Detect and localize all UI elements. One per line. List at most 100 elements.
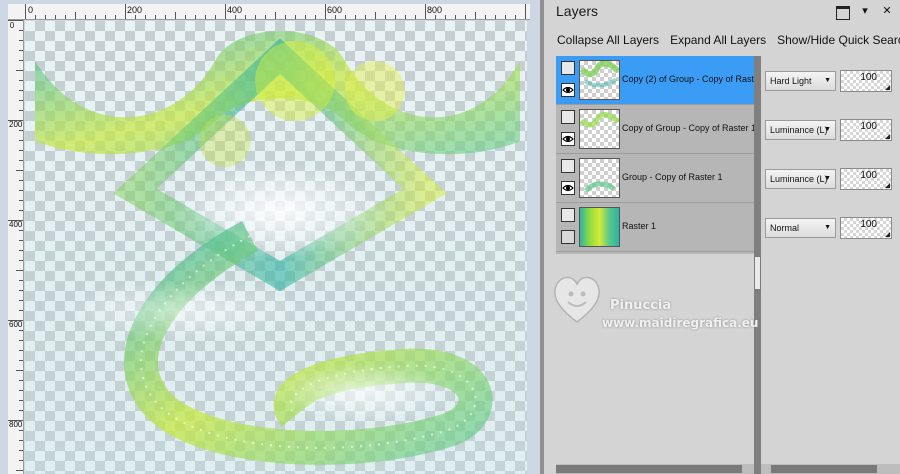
expand-all-button[interactable]: Expand All Layers — [665, 33, 772, 47]
ruler-tick — [515, 15, 516, 19]
layer-row[interactable]: Raster 1 — [556, 203, 754, 252]
ruler-tick — [145, 15, 146, 19]
layer-type-icon — [561, 208, 575, 222]
watermark-site: www.maidiregrafica.eu — [602, 316, 759, 330]
ruler-tick — [165, 15, 166, 19]
ruler-tick — [215, 15, 216, 19]
ruler-tick — [475, 12, 476, 19]
ruler-tick — [205, 15, 206, 19]
ruler-tick — [405, 15, 406, 19]
ruler-tick — [485, 15, 486, 19]
scrollbar-thumb[interactable] — [771, 465, 877, 473]
opacity-field[interactable]: 100 — [840, 119, 892, 141]
layer-thumbnail — [579, 60, 620, 100]
ruler-tick — [295, 15, 296, 19]
ruler-tick — [115, 15, 116, 19]
dropdown-arrow-icon[interactable]: ▾ — [858, 4, 872, 18]
ruler-tick — [16, 470, 23, 471]
ruler-tick — [19, 250, 23, 251]
ruler-tick — [19, 340, 23, 341]
layer-thumbnail — [579, 109, 620, 149]
ruler-label: 400 — [227, 5, 243, 15]
ruler-tick — [435, 15, 436, 19]
properties-scrollbar[interactable] — [761, 464, 900, 474]
horizontal-ruler: 0 200 400 600 800 — [8, 4, 530, 20]
ruler-tick — [175, 12, 176, 19]
ruler-tick — [155, 15, 156, 19]
visibility-eye-icon[interactable] — [561, 181, 575, 195]
ruler-tick — [325, 4, 326, 19]
ruler-tick — [505, 15, 506, 19]
ruler-tick — [235, 15, 236, 19]
ruler-tick — [525, 4, 526, 19]
opacity-field[interactable]: 100 — [840, 168, 892, 190]
collapse-all-button[interactable]: Collapse All Layers — [544, 33, 665, 47]
blend-mode-value: Luminance (L) — [770, 125, 828, 135]
ruler-label: 600 — [327, 5, 343, 15]
ruler-tick — [495, 15, 496, 19]
blend-mode-select[interactable]: Luminance (L) ▼ — [765, 169, 836, 189]
layers-toolbar: Collapse All Layers Expand All Layers Sh… — [544, 25, 900, 55]
ruler-tick — [19, 110, 23, 111]
ruler-tick — [25, 4, 26, 19]
canvas-artwork — [25, 21, 527, 474]
ruler-tick — [19, 150, 23, 151]
layer-row[interactable]: Group - Copy of Raster 1 — [556, 154, 754, 203]
ruler-tick — [19, 240, 23, 241]
ruler-tick — [365, 15, 366, 19]
opacity-value: 100 — [860, 219, 877, 230]
ruler-tick — [19, 300, 23, 301]
ruler-tick — [19, 430, 23, 431]
ruler-tick — [19, 440, 23, 441]
ruler-tick — [8, 420, 23, 421]
layer-type-icon — [561, 61, 575, 75]
layer-row[interactable]: Copy of Group - Copy of Raster 1 — [556, 105, 754, 154]
opacity-field[interactable]: 100 — [840, 70, 892, 92]
ruler-label: 200 — [9, 120, 23, 129]
chevron-down-icon: ▼ — [824, 126, 831, 133]
ruler-tick — [8, 320, 23, 321]
visibility-eye-icon[interactable] — [561, 83, 575, 97]
ruler-tick — [465, 15, 466, 19]
ruler-tick — [275, 12, 276, 19]
panel-splitter[interactable] — [754, 56, 761, 474]
panel-menu-icon[interactable] — [836, 4, 850, 20]
layer-thumbnail — [579, 207, 620, 247]
close-icon[interactable]: ✕ — [880, 4, 894, 18]
layer-type-icon — [561, 159, 575, 173]
ruler-tick — [75, 12, 76, 19]
ruler-tick — [19, 50, 23, 51]
ruler-tick — [95, 15, 96, 19]
layers-panel: Layers ▾ ✕ Collapse All Layers Expand Al… — [544, 0, 900, 474]
ruler-tick — [395, 15, 396, 19]
ruler-tick — [105, 15, 106, 19]
vertical-ruler: 0 200 400 600 800 — [8, 20, 24, 474]
ruler-tick — [19, 200, 23, 201]
quick-search-button[interactable]: Show/Hide Quick Search — [772, 33, 900, 47]
ruler-tick — [265, 15, 266, 19]
chevron-down-icon: ▼ — [824, 224, 831, 231]
layer-name: Raster 1 — [622, 221, 657, 231]
layer-list-scrollbar[interactable] — [556, 464, 754, 474]
visibility-toggle-icon[interactable] — [561, 230, 575, 244]
layer-row[interactable]: Copy (2) of Group - Copy of Raster 1 — [556, 56, 754, 105]
opacity-value: 100 — [860, 121, 877, 132]
ruler-label: 200 — [127, 5, 143, 15]
panel-controls: ▾ ✕ — [836, 4, 894, 20]
visibility-eye-icon[interactable] — [561, 132, 575, 146]
opacity-field[interactable]: 100 — [840, 217, 892, 239]
layer-name: Copy (2) of Group - Copy of Raster 1 — [622, 74, 754, 84]
ruler-tick — [19, 400, 23, 401]
blend-mode-select[interactable]: Hard Light ▼ — [765, 71, 836, 91]
ruler-label: 400 — [9, 220, 23, 229]
ruler-tick — [19, 30, 23, 31]
ruler-tick — [19, 40, 23, 41]
watermark-name: Pinuccia — [610, 298, 672, 313]
blend-mode-select[interactable]: Luminance (L) ▼ — [765, 120, 836, 140]
layer-type-icon — [561, 110, 575, 124]
ruler-tick — [195, 15, 196, 19]
blend-mode-select[interactable]: Normal ▼ — [765, 218, 836, 238]
image-canvas[interactable] — [25, 21, 527, 474]
scrollbar-thumb[interactable] — [556, 465, 742, 473]
ruler-label: 800 — [427, 5, 443, 15]
